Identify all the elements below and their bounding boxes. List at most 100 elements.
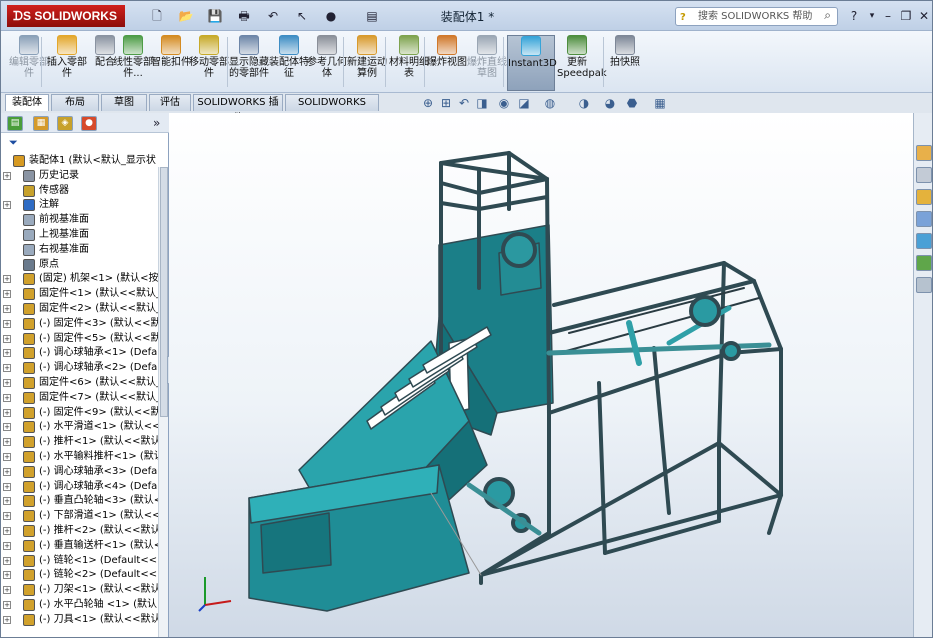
tree-row[interactable]: + (-) 固定件<3> (默认<<默 (1, 317, 158, 331)
tree-expand-icon[interactable]: + (3, 305, 11, 313)
ribbon-cmd-1[interactable]: 插入零部件 (47, 35, 87, 91)
tree-expand-icon[interactable]: + (3, 364, 11, 373)
tree-row[interactable]: 传感器 (1, 184, 158, 198)
tree-expand-icon[interactable]: + (3, 467, 11, 476)
tree-expand-icon[interactable]: + (3, 497, 11, 506)
tree-row[interactable]: + 历史记录 (1, 169, 158, 183)
magnifier-icon[interactable]: ⌕ (824, 7, 831, 24)
ribbon-cmd-11[interactable]: 爆炸视图 (427, 35, 467, 91)
tree-expand-icon[interactable]: + (3, 601, 11, 609)
section-view-icon[interactable]: ◨ (474, 95, 490, 111)
ribbon-cmd-14[interactable]: 更新Speedpak (557, 35, 607, 91)
tree-row[interactable]: + (-) 垂直凸轮轴<3> (默认< (1, 494, 158, 508)
ribbon-cmd-5[interactable]: 移动零部件 (189, 35, 229, 91)
tree-expand-icon[interactable]: + (3, 512, 11, 521)
dynamic-annotation-icon[interactable]: ◉ (496, 95, 512, 111)
assembly-model-view[interactable] (169, 113, 913, 638)
tree-expand-icon[interactable]: + (3, 541, 11, 550)
ribbon-cmd-15[interactable]: 拍快照 (605, 35, 645, 91)
filter-icon[interactable]: ⏷ (9, 136, 18, 150)
tree-expand-icon[interactable]: + (3, 334, 11, 343)
help-search-input[interactable]: ? 搜索 SOLIDWORKS 帮助 ⌕ (675, 7, 838, 26)
feature-manager-tab-icon[interactable]: ▤ (7, 116, 23, 131)
tab-5[interactable]: SOLIDWORKS MBD (285, 94, 379, 124)
tree-expand-icon[interactable]: + (3, 379, 11, 387)
edit-appearance-icon[interactable]: ◕ (602, 95, 618, 111)
tree-expand-icon[interactable]: + (3, 171, 11, 180)
display-manager-tab-icon[interactable]: ● (81, 116, 97, 131)
tree-expand-icon[interactable]: + (3, 290, 11, 299)
tree-expand-icon[interactable]: + (3, 319, 11, 328)
tree-expand-icon[interactable]: + (3, 453, 11, 461)
tab-1[interactable]: 布局 (51, 94, 99, 111)
tree-row[interactable]: 右视基准面 (1, 243, 158, 257)
tree-row[interactable]: + (-) 链轮<1> (Default<<D (1, 554, 158, 568)
zoom-to-fit-icon[interactable]: ⊕ (420, 95, 436, 111)
tree-expand-icon[interactable]: + (3, 527, 11, 535)
ribbon-cmd-12[interactable]: 爆炸直线草图 (467, 35, 507, 91)
previous-view-icon[interactable]: ↶ (456, 95, 472, 111)
tree-row[interactable]: + (-) 水平滑道<1> (默认<< (1, 420, 158, 434)
graphics-area[interactable] (169, 113, 913, 638)
task-pane-library-icon[interactable] (916, 189, 932, 205)
tree-row[interactable]: + (-) 链轮<2> (Default<<D (1, 568, 158, 582)
tree-row[interactable]: + (-) 刀架<1> (默认<<默认 (1, 583, 158, 597)
tree-scrollbar[interactable] (158, 167, 168, 637)
tree-row[interactable]: + (-) 固定件<9> (默认<<默 (1, 406, 158, 420)
task-pane-resources-icon[interactable] (916, 167, 932, 183)
tree-row[interactable]: + (-) 推杆<2> (默认<<默认 (1, 524, 158, 538)
minimize-icon[interactable]: – (879, 8, 897, 24)
tree-row[interactable]: + (-) 调心球轴承<2> (Defa (1, 361, 158, 375)
ribbon-cmd-9[interactable]: 新建运动算例 (347, 35, 387, 91)
ribbon-cmd-6[interactable]: 显示隐藏的零部件 (229, 35, 269, 91)
task-pane-appearances-icon[interactable] (916, 255, 932, 271)
tab-3[interactable]: 评估 (149, 94, 191, 111)
display-style-icon[interactable]: ◍ (542, 95, 558, 111)
tree-row[interactable]: + (-) 调心球轴承<1> (Defa (1, 346, 158, 360)
ribbon-cmd-7[interactable]: 装配体特征 (269, 35, 309, 91)
configuration-manager-tab-icon[interactable]: ◈ (57, 116, 73, 131)
ribbon-cmd-13[interactable]: Instant3D (507, 35, 557, 91)
tree-row[interactable]: + (-) 刀具<1> (默认<<默认 (1, 613, 158, 627)
tree-row[interactable]: + 注解 (1, 198, 158, 212)
tree-expand-icon[interactable]: + (3, 349, 11, 358)
view-orientation-icon[interactable]: ◪ (516, 95, 532, 111)
tree-row[interactable]: + (固定) 机架<1> (默认<按 (1, 272, 158, 286)
tree-row[interactable]: + (-) 水平输料推杆<1> (默认 (1, 450, 158, 464)
tree-row[interactable]: + 固定件<7> (默认<<默认_ (1, 391, 158, 405)
restore-icon[interactable]: ❐ (897, 8, 915, 24)
tree-expand-icon[interactable]: + (3, 615, 11, 624)
zoom-area-icon[interactable]: ⊞ (438, 95, 454, 111)
tree-row[interactable]: + 固定件<6> (默认<<默认_ (1, 376, 158, 390)
tree-row[interactable]: + 固定件<2> (默认<<默认_ (1, 302, 158, 316)
hide-show-items-icon[interactable]: ◑ (576, 95, 592, 111)
tree-expand-icon[interactable]: + (3, 571, 11, 580)
tree-row[interactable]: + (-) 调心球轴承<3> (Defa (1, 465, 158, 479)
tree-row[interactable]: + (-) 垂直输送杆<1> (默认< (1, 539, 158, 553)
ribbon-cmd-10[interactable]: 材料明细表 (389, 35, 429, 91)
ribbon-cmd-0[interactable]: 编辑零部件 (9, 35, 49, 91)
tab-0[interactable]: 装配体 (5, 94, 49, 111)
ribbon-cmd-4[interactable]: 智能扣件 (151, 35, 191, 91)
tree-expand-icon[interactable]: + (3, 393, 11, 402)
tree-row[interactable]: + (-) 固定件<5> (默认<<默 (1, 332, 158, 346)
tree-row[interactable]: + 固定件<1> (默认<<默认_ (1, 287, 158, 301)
property-manager-tab-icon[interactable]: ▦ (33, 116, 49, 131)
tree-row[interactable]: + (-) 水平凸轮轴 <1> (默认 (1, 598, 158, 612)
task-pane-palette-icon[interactable] (916, 233, 932, 249)
task-pane-custom-properties-icon[interactable] (916, 277, 932, 293)
tree-expand-icon[interactable]: + (3, 201, 11, 210)
ribbon-cmd-3[interactable]: 线性零部件... (113, 35, 153, 91)
tree-expand-icon[interactable]: + (3, 275, 11, 284)
tree-row[interactable]: + (-) 推杆<1> (默认<<默认 (1, 435, 158, 449)
task-pane-explorer-icon[interactable] (916, 211, 932, 227)
task-pane-home-icon[interactable] (916, 145, 932, 161)
tree-expand-icon[interactable]: + (3, 408, 11, 417)
tree-expand-icon[interactable]: + (3, 556, 11, 565)
tree-row[interactable]: 装配体1 (默认<默认_显示状 (1, 154, 158, 168)
tree-expand-icon[interactable]: + (3, 482, 11, 491)
tree-row[interactable]: + (-) 下部滑道<1> (默认<< (1, 509, 158, 523)
tree-row[interactable]: + (-) 调心球轴承<4> (Defa (1, 480, 158, 494)
tree-row[interactable]: 原点 (1, 258, 158, 272)
expand-panel-icon[interactable]: » (153, 116, 160, 130)
